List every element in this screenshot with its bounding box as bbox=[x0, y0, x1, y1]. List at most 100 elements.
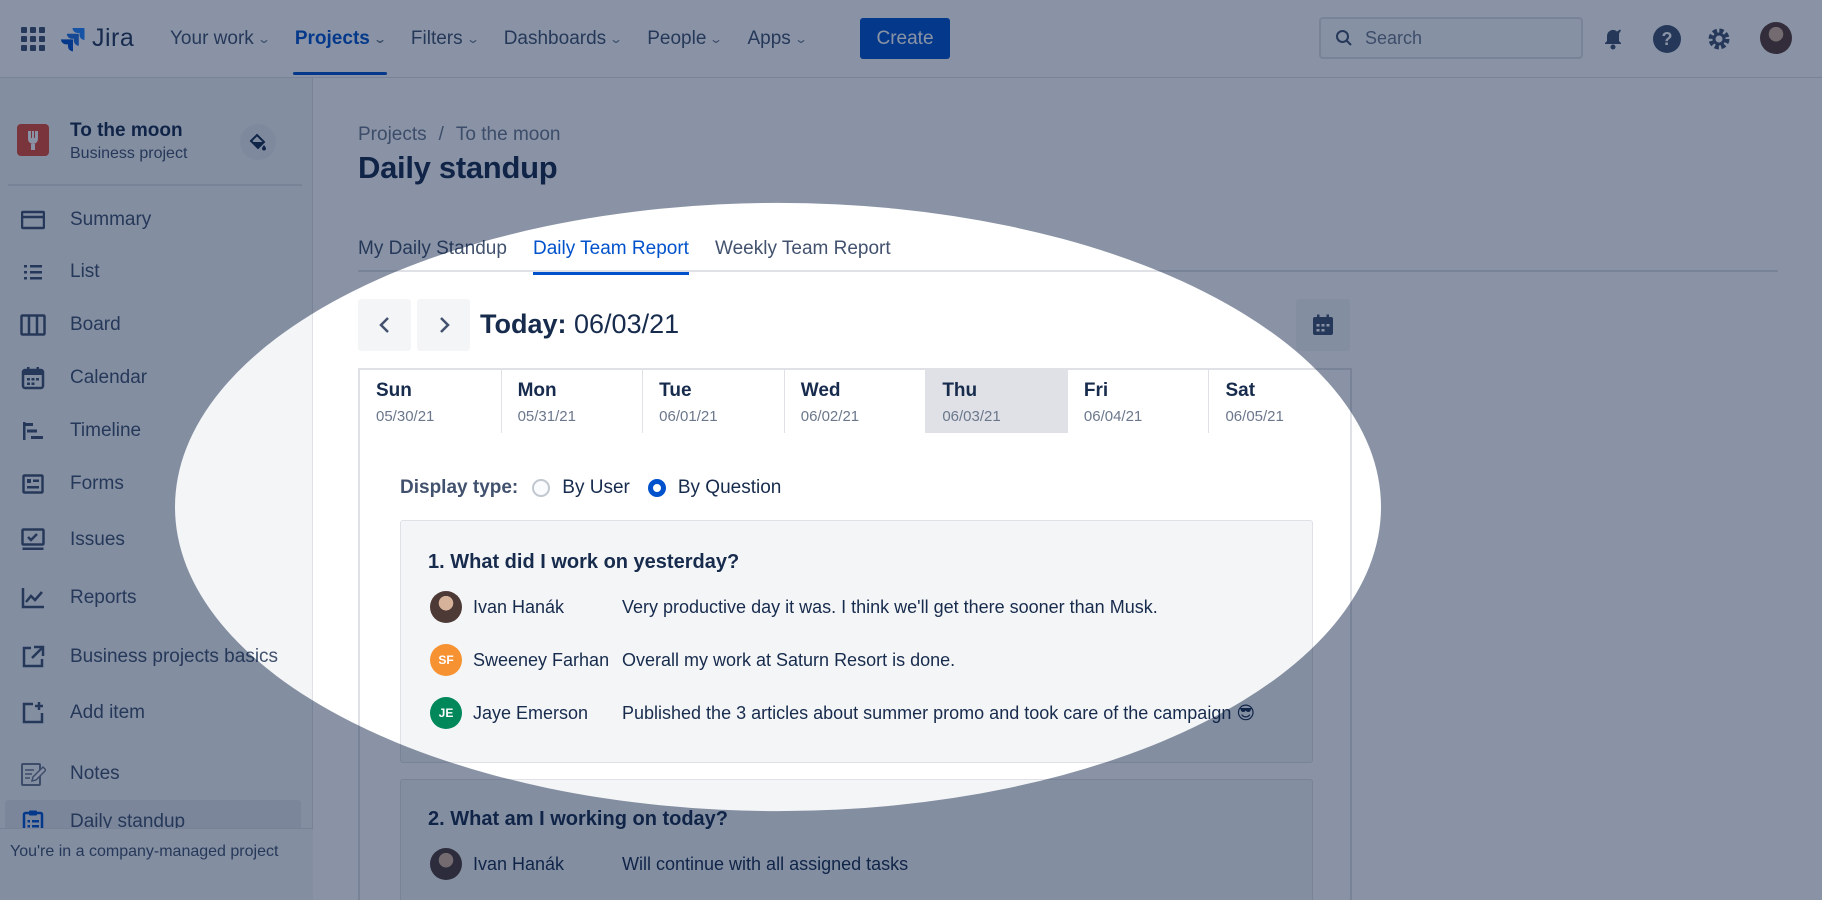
help-icon[interactable]: ? bbox=[1651, 23, 1683, 55]
sidebar-item-timeline[interactable]: Timeline bbox=[0, 409, 313, 453]
day-date: 06/03/21 bbox=[942, 408, 1001, 425]
question-card: 2. What am I working on today? Ivan Haná… bbox=[400, 779, 1313, 900]
forms-icon bbox=[20, 471, 46, 497]
sidebar-item-business-projects-basics[interactable]: Business projects basics bbox=[0, 635, 313, 679]
question-title: 1. What did I work on yesterday? bbox=[428, 551, 740, 573]
chevron-down-icon: ⌄ bbox=[709, 32, 724, 46]
answer-user-name: Ivan Hanák bbox=[473, 853, 565, 874]
settings-icon[interactable] bbox=[1703, 23, 1735, 55]
date-picker-button[interactable] bbox=[1296, 299, 1350, 351]
paint-bucket-icon[interactable] bbox=[240, 124, 276, 160]
today-value: 06/03/21 bbox=[574, 309, 680, 339]
answer-row: SF Sweeney Farhan Overall my work at Sat… bbox=[430, 644, 955, 676]
project-sidebar: To the moon Business project Summary Lis… bbox=[0, 78, 313, 900]
app-switcher-icon[interactable] bbox=[21, 27, 45, 51]
sidebar-divider bbox=[8, 184, 302, 186]
radio-by-question[interactable] bbox=[647, 479, 666, 497]
nav-projects[interactable]: Projects ⌄ bbox=[292, 0, 387, 78]
today-date: Today: 06/03/21 bbox=[480, 309, 679, 340]
sidebar-item-board[interactable]: Board bbox=[0, 303, 313, 347]
sidebar-item-reports[interactable]: Reports bbox=[0, 576, 313, 620]
nav-apps[interactable]: Apps ⌄ bbox=[747, 0, 807, 78]
question-title: 2. What am I working on today? bbox=[428, 808, 729, 830]
chevron-left-icon bbox=[378, 317, 389, 333]
sidebar-item-notes[interactable]: Notes bbox=[0, 752, 313, 796]
notifications-icon[interactable] bbox=[1597, 23, 1629, 55]
nav-filters[interactable]: Filters ⌄ bbox=[410, 0, 480, 78]
add-item-icon bbox=[20, 700, 46, 726]
project-name[interactable]: To the moon bbox=[70, 120, 183, 142]
profile-avatar[interactable] bbox=[1760, 22, 1792, 54]
search-icon bbox=[1336, 30, 1352, 46]
avatar bbox=[430, 848, 462, 880]
answer-row: Ivan Hanák Very productive day it was. I… bbox=[430, 591, 1158, 623]
answer-text: Overall my work at Saturn Resort is done… bbox=[622, 649, 956, 670]
project-avatar-icon[interactable] bbox=[17, 124, 49, 156]
sidebar-footer[interactable]: You're in a company-managed project bbox=[0, 828, 313, 900]
sidebar-item-calendar[interactable]: Calendar bbox=[0, 356, 313, 400]
nav-dashboards[interactable]: Dashboards ⌄ bbox=[504, 0, 624, 78]
tab-weekly-team-report[interactable]: Weekly Team Report bbox=[715, 238, 891, 272]
sidebar-item-label: Forms bbox=[70, 473, 124, 494]
radio-label-by-question[interactable]: By Question bbox=[678, 477, 782, 499]
day-name: Sun bbox=[376, 380, 412, 401]
sidebar-item-issues[interactable]: Issues bbox=[0, 518, 313, 562]
notes-icon bbox=[20, 761, 46, 787]
sidebar-item-summary[interactable]: Summary bbox=[0, 198, 313, 242]
day-thu[interactable]: Thu 06/03/21 bbox=[926, 370, 1068, 433]
nav-label: Filters bbox=[410, 28, 463, 49]
timeline-icon bbox=[20, 418, 46, 444]
summary-icon bbox=[20, 207, 46, 233]
day-date: 06/01/21 bbox=[659, 408, 718, 425]
answer-user-name: Sweeney Farhan bbox=[473, 649, 610, 670]
nav-your-work[interactable]: Your work ⌄ bbox=[170, 0, 271, 78]
tab-my-daily-standup[interactable]: My Daily Standup bbox=[358, 238, 507, 272]
previous-day-button[interactable] bbox=[358, 299, 411, 351]
nav-label: People bbox=[647, 28, 707, 49]
board-icon bbox=[20, 312, 46, 338]
day-wed[interactable]: Wed 06/02/21 bbox=[785, 370, 927, 433]
day-name: Thu bbox=[942, 380, 978, 401]
week-day-selector: Sun 05/30/21 Mon 05/31/21 Tue 06/01/21 Wed 0… bbox=[358, 368, 1352, 434]
day-date: 06/05/21 bbox=[1225, 408, 1284, 425]
question-card: 1. What did I work on yesterday? Ivan Ha… bbox=[400, 520, 1313, 763]
page-title: Daily standup bbox=[358, 150, 558, 185]
project-type: Business project bbox=[70, 145, 188, 162]
issues-icon bbox=[20, 527, 46, 553]
day-date: 06/04/21 bbox=[1083, 408, 1143, 425]
day-sun[interactable]: Sun 05/30/21 bbox=[360, 370, 502, 433]
day-sat[interactable]: Sat 06/05/21 bbox=[1209, 370, 1350, 433]
breadcrumb-project[interactable]: To the moon bbox=[456, 124, 561, 146]
radio-label-by-user[interactable]: By User bbox=[562, 477, 630, 499]
sidebar-item-list[interactable]: List bbox=[0, 250, 313, 294]
external-link-icon bbox=[20, 644, 46, 670]
search-placeholder: Search bbox=[1365, 27, 1423, 48]
chevron-down-icon: ⌄ bbox=[465, 32, 480, 46]
nav-label: Projects bbox=[294, 28, 370, 49]
avatar: SF bbox=[430, 644, 462, 676]
nav-people[interactable]: People ⌄ bbox=[647, 0, 724, 78]
sidebar-item-forms[interactable]: Forms bbox=[0, 462, 313, 506]
search-input[interactable]: Search bbox=[1319, 17, 1583, 59]
day-fri[interactable]: Fri 06/04/21 bbox=[1068, 370, 1210, 433]
nav-label: Your work bbox=[170, 28, 254, 49]
radio-by-user[interactable] bbox=[532, 479, 551, 497]
next-day-button[interactable] bbox=[417, 299, 470, 351]
answer-text: Published the 3 articles about summer pr… bbox=[622, 702, 1256, 723]
jira-logo[interactable]: Jira bbox=[60, 24, 134, 53]
tab-daily-team-report[interactable]: Daily Team Report bbox=[533, 238, 689, 275]
day-tue[interactable]: Tue 06/01/21 bbox=[643, 370, 785, 433]
breadcrumb-projects[interactable]: Projects bbox=[358, 124, 427, 146]
answer-row: Ivan Hanák Will continue with all assign… bbox=[430, 848, 908, 880]
top-navigation: Jira Your work ⌄ Projects ⌄ Filters ⌄ Dashb… bbox=[0, 0, 1822, 78]
avatar: JE bbox=[430, 697, 462, 729]
create-button[interactable]: Create bbox=[860, 18, 950, 59]
sidebar-item-label: Summary bbox=[70, 209, 152, 230]
day-mon[interactable]: Mon 05/31/21 bbox=[502, 370, 644, 433]
day-name: Fri bbox=[1083, 380, 1109, 401]
breadcrumb: Projects / To the moon bbox=[358, 124, 561, 146]
today-label: Today: bbox=[480, 309, 567, 339]
sidebar-item-add-item[interactable]: Add item bbox=[0, 691, 313, 735]
day-name: Mon bbox=[517, 380, 557, 401]
day-date: 06/02/21 bbox=[800, 408, 860, 425]
